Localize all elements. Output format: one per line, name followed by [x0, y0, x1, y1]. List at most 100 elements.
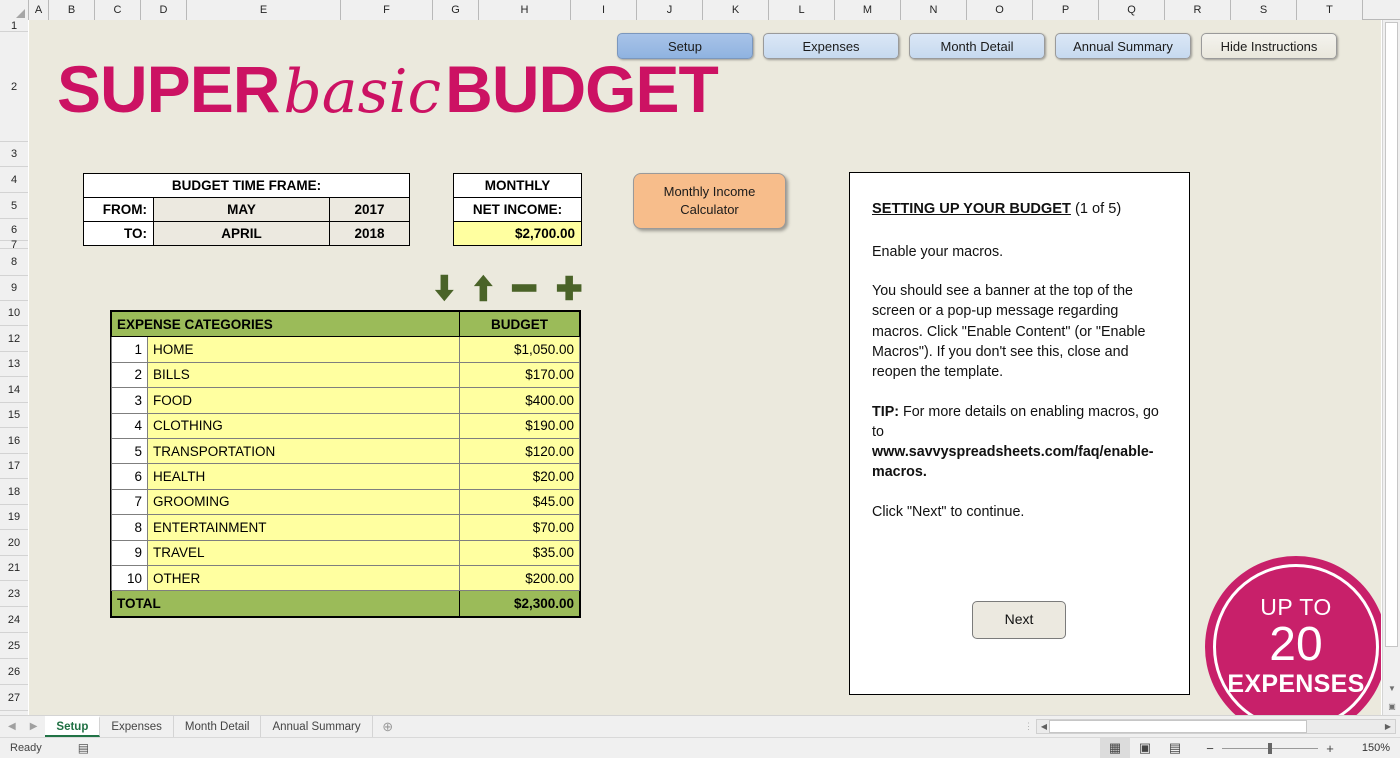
expense-category-cell[interactable]: HOME [147, 336, 460, 363]
row-header-13[interactable]: 13 [0, 352, 28, 377]
column-header-l[interactable]: L [769, 0, 835, 20]
scroll-down-arrow-icon[interactable]: ▼ [1383, 680, 1400, 697]
column-header-m[interactable]: M [835, 0, 901, 20]
column-header-g[interactable]: G [433, 0, 479, 20]
add-row-plus-icon[interactable] [555, 273, 583, 303]
monthly-income-calculator-button[interactable]: Monthly Income Calculator [633, 173, 786, 229]
column-header-t[interactable]: T [1297, 0, 1363, 20]
expense-category-cell[interactable]: HEALTH [147, 463, 460, 490]
row-header-1[interactable]: 1 [0, 20, 28, 32]
select-all-corner[interactable] [0, 0, 29, 20]
zoom-slider-thumb[interactable] [1268, 742, 1272, 754]
row-header-21[interactable]: 21 [0, 556, 28, 581]
row-header-9[interactable]: 9 [0, 276, 28, 301]
row-header-23[interactable]: 23 [0, 581, 28, 607]
row-header-18[interactable]: 18 [0, 479, 28, 505]
row-header-3[interactable]: 3 [0, 142, 28, 167]
net-income-input-cell[interactable]: $2,700.00 [453, 221, 582, 246]
column-header-r[interactable]: R [1165, 0, 1231, 20]
row-header-12[interactable]: 12 [0, 326, 28, 352]
row-header-24[interactable]: 24 [0, 607, 28, 633]
expense-budget-cell[interactable]: $20.00 [459, 463, 580, 490]
sheet-tab-month-detail[interactable]: Month Detail [174, 716, 262, 737]
move-down-arrow-icon[interactable] [433, 273, 456, 303]
nav-button-setup[interactable]: Setup [617, 33, 753, 59]
column-header-o[interactable]: O [967, 0, 1033, 20]
expense-budget-cell[interactable]: $35.00 [459, 539, 580, 566]
expense-budget-cell[interactable]: $200.00 [459, 564, 580, 592]
row-header-17[interactable]: 17 [0, 454, 28, 479]
row-header-26[interactable]: 26 [0, 659, 28, 685]
row-header-14[interactable]: 14 [0, 377, 28, 403]
row-header-15[interactable]: 15 [0, 403, 28, 428]
row-header-2[interactable]: 2 [0, 32, 28, 142]
worksheet-canvas[interactable]: SUPERbasicBUDGET Setup Expenses Month De… [29, 20, 1381, 715]
column-header-n[interactable]: N [901, 0, 967, 20]
from-year-cell[interactable]: 2017 [329, 197, 410, 222]
nav-button-annual-summary[interactable]: Annual Summary [1055, 33, 1191, 59]
expense-category-cell[interactable]: CLOTHING [147, 412, 460, 439]
row-header-10[interactable]: 10 [0, 301, 28, 326]
expense-budget-cell[interactable]: $45.00 [459, 488, 580, 516]
vertical-scrollbar[interactable]: ▼ ▣ [1382, 20, 1400, 715]
column-header-h[interactable]: H [479, 0, 571, 20]
column-header-i[interactable]: I [571, 0, 637, 20]
add-sheet-button[interactable]: ⊕ [373, 716, 403, 737]
next-sheet-arrow-icon[interactable]: ▶ [30, 721, 38, 732]
previous-sheet-arrow-icon[interactable]: ◀ [8, 721, 16, 732]
sheet-tab-setup[interactable]: Setup [45, 716, 101, 737]
expense-budget-cell[interactable]: $70.00 [459, 514, 580, 541]
horizontal-scrollbar-thumb[interactable] [1049, 719, 1307, 733]
zoom-percentage[interactable]: 150% [1348, 742, 1390, 754]
sheet-tab-expenses[interactable]: Expenses [100, 716, 174, 737]
expense-budget-cell[interactable]: $120.00 [459, 437, 580, 465]
normal-view-icon[interactable]: ▦ [1100, 738, 1130, 758]
nav-button-expenses[interactable]: Expenses [763, 33, 899, 59]
column-header-e[interactable]: E [187, 0, 341, 20]
zoom-in-button[interactable]: + [1324, 741, 1336, 756]
column-header-p[interactable]: P [1033, 0, 1099, 20]
column-header-c[interactable]: C [95, 0, 141, 20]
column-header-a[interactable]: A [29, 0, 49, 20]
to-year-cell[interactable]: 2018 [329, 221, 410, 246]
vertical-scrollbar-thumb[interactable] [1385, 22, 1398, 647]
row-header-20[interactable]: 20 [0, 530, 28, 556]
zoom-out-button[interactable]: − [1204, 741, 1216, 756]
column-header-s[interactable]: S [1231, 0, 1297, 20]
scroll-right-arrow-icon[interactable]: ▶ [1381, 720, 1395, 733]
column-header-d[interactable]: D [141, 0, 187, 20]
row-header-7[interactable]: 7 [0, 239, 28, 251]
next-button[interactable]: Next [972, 601, 1066, 639]
expense-budget-cell[interactable]: $190.00 [459, 412, 580, 439]
column-header-b[interactable]: B [49, 0, 95, 20]
nav-button-hide-instructions[interactable]: Hide Instructions [1201, 33, 1337, 59]
column-header-k[interactable]: K [703, 0, 769, 20]
page-break-view-icon[interactable]: ▤ [1160, 738, 1190, 758]
row-header-19[interactable]: 19 [0, 505, 28, 530]
scrollbar-grip-icon[interactable]: ⋮ [1024, 721, 1033, 731]
from-month-cell[interactable]: MAY [153, 197, 330, 222]
column-header-j[interactable]: J [637, 0, 703, 20]
row-header-5[interactable]: 5 [0, 193, 28, 219]
row-header-27[interactable]: 27 [0, 685, 28, 711]
expense-category-cell[interactable]: TRANSPORTATION [147, 437, 460, 465]
row-header-16[interactable]: 16 [0, 428, 28, 454]
split-handle-icon[interactable]: ▣ [1383, 698, 1400, 715]
horizontal-scrollbar-track[interactable]: ◀ ▶ [1036, 718, 1396, 734]
page-layout-view-icon[interactable]: ▣ [1130, 738, 1160, 758]
expense-category-cell[interactable]: TRAVEL [147, 539, 460, 566]
column-header-q[interactable]: Q [1099, 0, 1165, 20]
column-header-f[interactable]: F [341, 0, 433, 20]
expense-budget-cell[interactable]: $170.00 [459, 361, 580, 389]
row-header-8[interactable]: 8 [0, 249, 28, 276]
row-header-4[interactable]: 4 [0, 167, 28, 193]
expense-budget-cell[interactable]: $1,050.00 [459, 336, 580, 363]
sheet-tab-annual-summary[interactable]: Annual Summary [261, 716, 373, 737]
horizontal-scrollbar[interactable]: ⋮ ◀ ▶ [1024, 717, 1396, 735]
expense-category-cell[interactable]: ENTERTAINMENT [147, 514, 460, 541]
recording-macro-icon[interactable]: ▤ [78, 741, 89, 755]
expense-category-cell[interactable]: FOOD [147, 387, 460, 414]
expense-category-cell[interactable]: OTHER [147, 564, 460, 592]
expense-category-cell[interactable]: GROOMING [147, 488, 460, 516]
expense-category-cell[interactable]: BILLS [147, 361, 460, 389]
